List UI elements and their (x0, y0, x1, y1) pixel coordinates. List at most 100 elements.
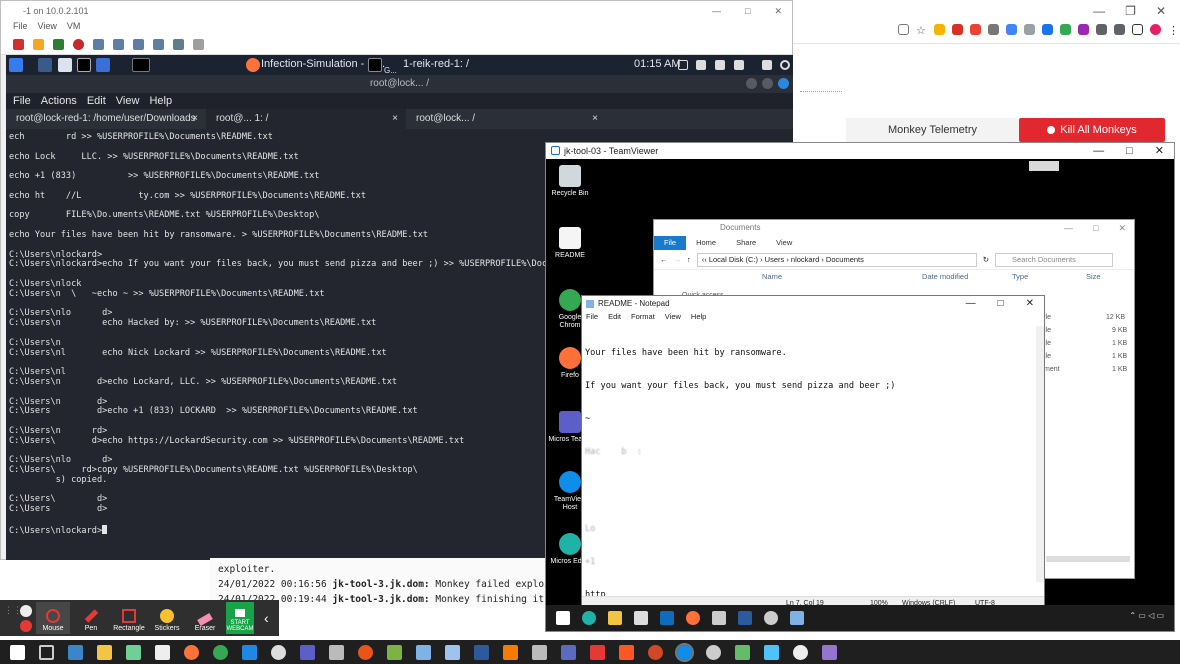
menu-file[interactable]: File (586, 312, 598, 324)
app-icon[interactable] (503, 644, 518, 660)
store-icon[interactable] (634, 611, 648, 625)
vertical-scrollbar[interactable] (1036, 326, 1044, 582)
share-icon[interactable] (898, 24, 909, 35)
ribbon-tab-share[interactable]: Share (726, 236, 766, 250)
ribbon-tab-view[interactable]: View (766, 236, 802, 250)
folder-icon[interactable] (58, 58, 72, 72)
minimize-icon[interactable]: — (966, 296, 976, 312)
star-icon[interactable]: ☆ (916, 24, 927, 37)
battery-icon[interactable] (762, 60, 772, 70)
maximize-icon[interactable]: □ (1093, 220, 1098, 236)
menu-file[interactable]: File (13, 93, 31, 109)
settings-icon[interactable] (173, 39, 184, 50)
avatar[interactable] (1150, 24, 1161, 35)
notepad-text-area[interactable]: Your files have been hit by ransomware. … (585, 326, 1037, 600)
terminal-icon[interactable] (474, 644, 489, 660)
ribbon-tab-home[interactable]: Home (686, 236, 726, 250)
teamviewer-icon[interactable] (675, 642, 694, 662)
close-icon[interactable]: ✕ (1118, 220, 1126, 236)
virtualbox-icon[interactable] (387, 644, 402, 660)
terminal-tab[interactable]: root@lock... / × (406, 109, 606, 129)
vpn-icon[interactable] (271, 644, 286, 660)
vm-menu-view[interactable]: View (38, 21, 57, 35)
volume-icon[interactable] (696, 60, 706, 70)
folder-icon[interactable] (97, 644, 112, 660)
teamviewer-panel-handle[interactable] (1029, 161, 1059, 171)
firefox-icon[interactable] (686, 611, 700, 625)
extension-icon[interactable] (1078, 24, 1089, 35)
menu-actions[interactable]: Actions (41, 93, 77, 109)
maximize-icon[interactable]: □ (1126, 143, 1133, 159)
address-bar[interactable]: ‹‹ Local Disk (C:) › Users › nlockard › … (696, 252, 977, 267)
extension-icon[interactable] (934, 24, 945, 35)
tool-eraser[interactable]: Eraser (188, 602, 222, 634)
vm-menu-vm[interactable]: VM (67, 21, 81, 35)
bell-icon[interactable] (734, 60, 744, 70)
powerpoint-icon[interactable] (648, 644, 663, 660)
browser-icon[interactable] (96, 58, 110, 72)
taskbar-item-terminal[interactable]: 1-reik-red-1: / (403, 58, 469, 70)
app-icon[interactable] (764, 644, 779, 660)
monkey-telemetry-tab[interactable]: Monkey Telemetry (846, 118, 1019, 142)
close-icon[interactable] (778, 78, 789, 89)
minimize-icon[interactable]: — (1093, 143, 1104, 159)
ribbon-tab-file[interactable]: File (654, 236, 687, 250)
close-icon[interactable]: ✕ (1155, 143, 1164, 159)
close-icon[interactable]: ✕ (774, 1, 782, 21)
app-icon[interactable] (619, 644, 634, 660)
kali-menu-icon[interactable] (9, 58, 23, 72)
back-icon[interactable]: ← (660, 255, 668, 264)
up-icon[interactable]: ↑ (687, 255, 691, 264)
close-tab-icon[interactable]: × (192, 109, 198, 129)
app-icon[interactable] (532, 644, 547, 660)
folder-icon[interactable] (608, 611, 622, 625)
app-icon[interactable] (735, 644, 750, 660)
tool-pen[interactable]: Pen (74, 602, 108, 634)
calculator-icon[interactable] (68, 644, 83, 660)
app-icon[interactable] (155, 644, 170, 660)
remote-desktop-icon[interactable] (242, 644, 257, 660)
gear-icon[interactable] (706, 644, 721, 660)
close-icon[interactable]: ✕ (1156, 4, 1166, 18)
close-tab-icon[interactable]: × (592, 109, 598, 129)
refresh-icon[interactable]: ↻ (983, 255, 989, 264)
sidebar-icon[interactable] (1132, 24, 1143, 35)
desktop-icon-recycle-bin[interactable]: Recycle Bin (548, 165, 592, 198)
stop-icon[interactable] (20, 619, 32, 632)
edge-icon[interactable] (582, 611, 596, 625)
minimize-icon[interactable]: — (1093, 4, 1105, 18)
settings-icon[interactable] (193, 39, 204, 50)
extension-icon[interactable] (952, 24, 963, 35)
horizontal-scrollbar[interactable] (1046, 556, 1130, 562)
gear-icon[interactable] (764, 611, 778, 625)
snapshot-icon[interactable] (113, 39, 124, 50)
record-icon[interactable] (358, 644, 373, 660)
play-icon[interactable] (53, 39, 64, 50)
firefox-icon[interactable] (184, 644, 199, 660)
menu-format[interactable]: Format (631, 312, 655, 324)
close-icon[interactable]: ✕ (1026, 296, 1034, 312)
app-icon[interactable] (561, 644, 576, 660)
pause-icon[interactable] (33, 39, 44, 50)
terminal-icon[interactable] (77, 58, 91, 72)
ctrl-alt-del-icon[interactable] (153, 39, 164, 50)
tool-stickers[interactable]: Stickers (150, 602, 184, 634)
col-name[interactable]: Name (762, 272, 782, 281)
power-icon[interactable] (780, 60, 790, 70)
menu-view[interactable]: View (116, 93, 140, 109)
network-icon[interactable] (715, 60, 725, 70)
notepad-icon[interactable] (790, 611, 804, 625)
extension-icon[interactable] (970, 24, 981, 35)
app-icon[interactable] (822, 644, 837, 660)
extension-icon[interactable] (1024, 24, 1035, 35)
puzzle-icon[interactable] (1096, 24, 1107, 35)
menu-help[interactable]: Help (691, 312, 706, 324)
extension-icon[interactable] (1060, 24, 1071, 35)
notepad-icon[interactable] (416, 644, 431, 660)
vm-menu-file[interactable]: File (13, 21, 28, 35)
extension-icon[interactable] (1006, 24, 1017, 35)
chrome-icon[interactable] (213, 644, 228, 660)
monitor-icon[interactable] (678, 60, 688, 70)
col-type[interactable]: Type (1012, 272, 1028, 281)
minimize-icon[interactable] (746, 78, 757, 89)
